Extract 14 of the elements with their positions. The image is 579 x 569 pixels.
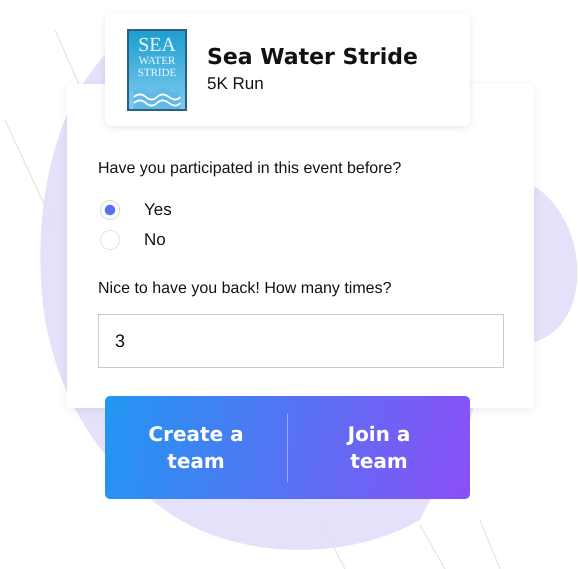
event-title: Sea Water Stride	[207, 45, 418, 70]
radio-button[interactable]	[100, 230, 120, 250]
question-label: Have you participated in this event before?	[98, 160, 402, 178]
input-field[interactable]: 3	[98, 314, 504, 368]
option-label[interactable]: Yes	[144, 200, 172, 220]
team-button[interactable]: Join a team	[288, 396, 470, 499]
logo-text: WATER	[138, 54, 176, 66]
logo-text: SEA	[138, 34, 176, 54]
option-label[interactable]: No	[144, 230, 166, 250]
field-label: Nice to have you back! How many times?	[98, 280, 392, 298]
team-button[interactable]: Create a team	[105, 396, 287, 499]
radio-button[interactable]	[100, 200, 120, 220]
logo-text: STRIDE	[138, 66, 176, 78]
event-subtitle: 5K Run	[207, 74, 265, 94]
